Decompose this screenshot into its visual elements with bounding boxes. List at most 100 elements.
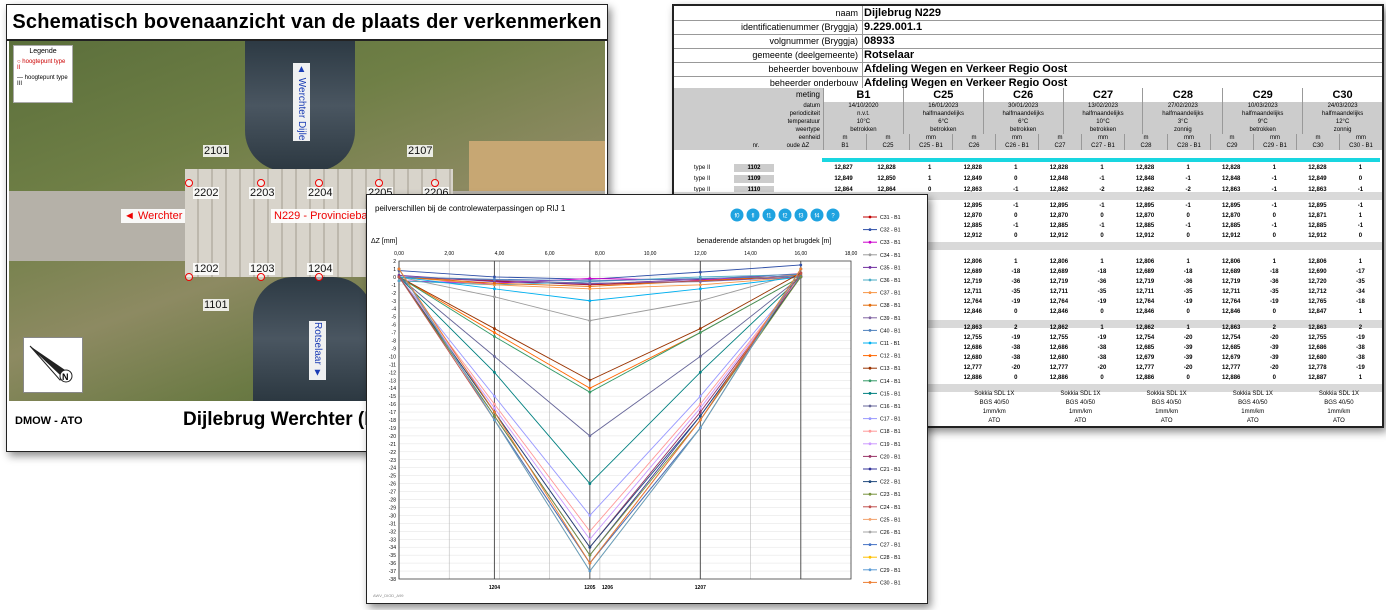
table-cell: 12,886	[963, 375, 982, 381]
table-cell: 0	[1272, 375, 1276, 381]
data-point	[799, 263, 803, 267]
data-point	[588, 279, 592, 283]
meta-cell: betrokken	[1222, 126, 1303, 134]
point-label: 1202	[193, 263, 220, 275]
table-cell: 12,846	[963, 309, 982, 315]
data-point	[493, 355, 496, 358]
table-cell: 12,887	[1308, 375, 1327, 381]
legend-label: C23 - B1	[880, 492, 901, 498]
data-point	[588, 386, 592, 390]
legend-marker	[868, 505, 872, 509]
meta-cell: 27/02/2023	[1142, 102, 1223, 110]
x-tick-label: 16,00	[795, 251, 808, 257]
data-point	[698, 355, 702, 358]
table-cell: 12,719	[963, 279, 982, 285]
table-cell: 0	[1100, 233, 1104, 239]
table-cell: -20	[1097, 365, 1107, 371]
table-cell: -39	[1269, 355, 1279, 361]
legend-label: C29 - B1	[880, 568, 901, 574]
meta-cell: 6°C	[902, 118, 983, 126]
legend-label: C35 - B1	[880, 265, 901, 271]
legend-label: C32 - B1	[880, 228, 901, 234]
table-cell: 12,806	[1308, 259, 1327, 265]
y-tick-label: -25	[389, 474, 396, 480]
x-tick-label: 6,00	[545, 251, 555, 257]
table-cell: -1	[1013, 223, 1019, 229]
legend-title: Legende	[29, 48, 57, 55]
legend-marker	[868, 291, 872, 294]
legend-label: C12 - B1	[880, 354, 901, 360]
survey-point-marker	[257, 273, 265, 281]
legend-label: C27 - B1	[880, 543, 901, 549]
data-point	[493, 295, 496, 299]
chart-panel: peilverschillen bij de controlewaterpass…	[366, 194, 928, 604]
y-tick-label: -34	[389, 545, 396, 551]
unit-row: eenheid m m mm m mm m mm m mm m mm m mm	[674, 134, 1382, 142]
y-tick-label: -14	[389, 386, 396, 392]
y-tick-label: -19	[389, 426, 396, 432]
table-cell: 12,885	[1135, 223, 1155, 229]
legend-marker	[868, 581, 872, 584]
legend-label: C34 - B1	[880, 253, 901, 259]
north-arrow-icon: N	[23, 337, 83, 393]
column-header: C30 - B1	[1339, 142, 1382, 150]
table-cell: -36	[1011, 279, 1021, 285]
table-cell: 12,690	[1308, 269, 1327, 275]
instrument-cell: Sokkia SDL 1X	[1060, 391, 1101, 397]
table-cell: 12,849	[834, 176, 853, 182]
table-cell: 12,689	[1135, 269, 1155, 275]
y-tick-label: -23	[389, 458, 396, 464]
point-label: 1205	[584, 585, 595, 591]
data-point	[698, 410, 702, 414]
table-cell: -18	[1356, 299, 1365, 305]
direction-label-werchter: ◄ Werchter	[121, 209, 186, 223]
data-point	[698, 406, 702, 410]
table-cell: -36	[1097, 279, 1107, 285]
unit-cell: m	[866, 134, 909, 142]
y-tick-label: -30	[389, 513, 396, 519]
table-cell: 12,764	[1222, 299, 1241, 305]
table-cell: 12,806	[1135, 259, 1155, 265]
data-point	[698, 277, 702, 280]
legend-marker	[868, 555, 872, 559]
meta-cell: 9°C	[1222, 118, 1303, 126]
column-header: C26	[952, 142, 995, 150]
legend-marker	[868, 329, 872, 332]
data-point	[588, 514, 592, 517]
data-point	[698, 283, 702, 287]
y-axis-label: ΔZ [mm]	[371, 238, 398, 245]
table-cell: -1	[1099, 203, 1105, 209]
instrument-cell: Sokkia SDL 1X	[974, 391, 1015, 397]
legend-label: C22 - B1	[880, 480, 901, 486]
column-header-key: nr. oude ΔZ	[674, 142, 823, 150]
footer-bridge-name: Dijlebrug Werchter (Ro	[183, 409, 390, 430]
meta-cell: halfmaandelijks	[1222, 110, 1303, 118]
meta-cell: halfmaandelijks	[902, 110, 983, 118]
table-cell: 0	[1014, 213, 1018, 219]
data-point	[588, 537, 592, 541]
data-point	[493, 327, 496, 330]
column-header-row: nr. oude ΔZ B1 C25 C25 - B1 C26 C26 - B1 C27 C27…	[674, 142, 1382, 150]
meta-cell: 10°C	[1062, 118, 1143, 126]
table-cell: 1	[928, 165, 932, 171]
table-cell: 1	[1272, 259, 1276, 265]
table-cell: 1	[1272, 165, 1276, 171]
unit-cell: m	[1296, 134, 1339, 142]
legend-label: C33 - B1	[880, 240, 901, 246]
legend-item-2: — hoogtepunt type III	[17, 75, 68, 87]
data-point	[698, 394, 702, 398]
unit-cell: m	[1038, 134, 1081, 142]
table-cell: 12,912	[1222, 233, 1241, 239]
chart-tool-button-label: f4	[814, 214, 820, 220]
data-point	[493, 370, 496, 374]
data-point	[588, 553, 592, 557]
meta-key: datum	[674, 102, 823, 110]
x-tick-label: 8,00	[595, 251, 605, 257]
table-cell: -39	[1183, 355, 1193, 361]
table-cell: 12,828	[1222, 165, 1241, 171]
point-label: 1204	[489, 585, 500, 591]
meta-cell: 16/01/2023	[902, 102, 983, 110]
chart-tool-button-label: f3	[798, 214, 804, 220]
survey-point-marker	[257, 179, 265, 187]
map-title: Schematisch bovenaanzicht van de plaats …	[7, 5, 607, 41]
